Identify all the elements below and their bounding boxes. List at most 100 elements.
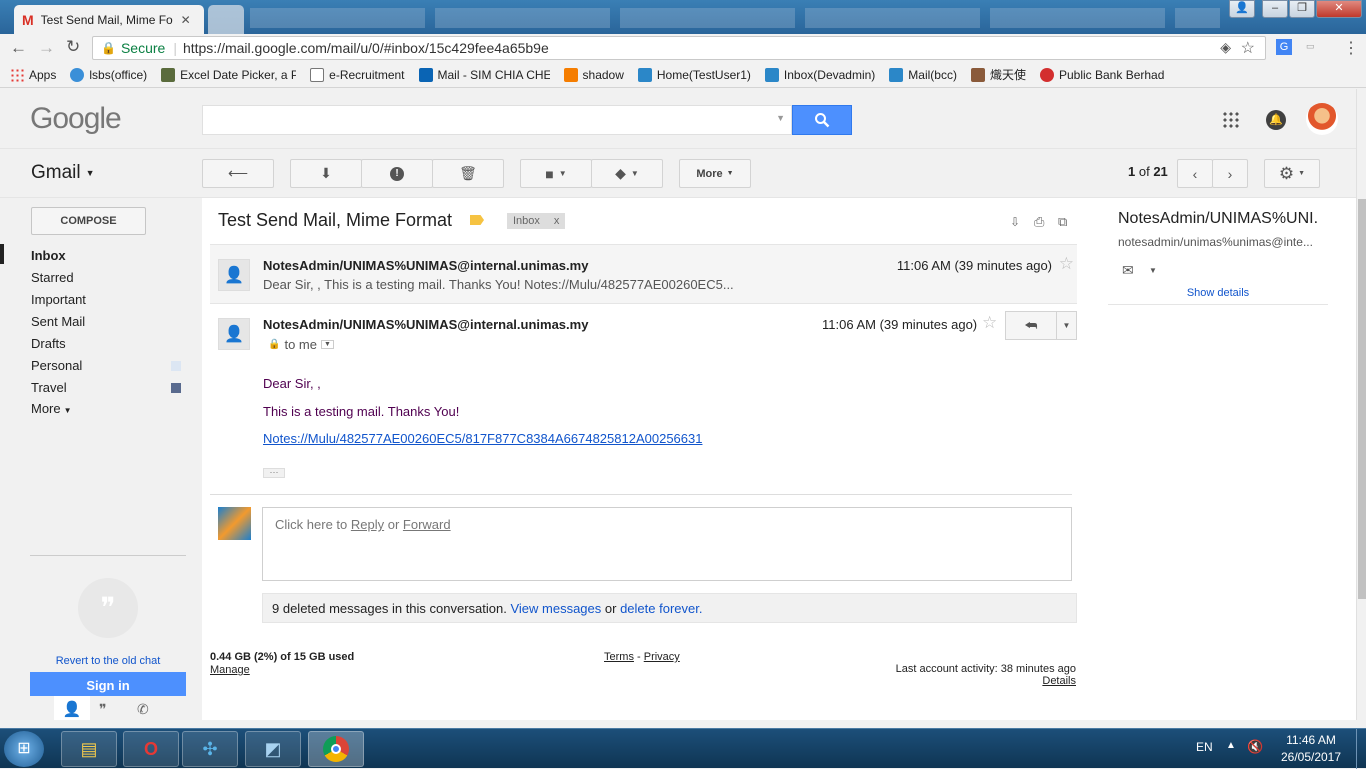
scrollbar-thumb[interactable] [1358,199,1366,599]
bookmark-excel-date-picker[interactable]: Excel Date Picker, a Po [161,67,296,82]
older-button[interactable]: › [1212,159,1248,188]
taskbar-chrome[interactable] [308,731,364,767]
hangouts-signin-button[interactable]: Sign in [30,672,186,696]
page-scrollbar[interactable] [1356,89,1366,720]
nav-inbox[interactable]: Inbox [31,248,66,263]
nav-starred[interactable]: Starred [31,270,74,285]
taskbar-explorer[interactable]: ▤ [61,731,117,767]
more-actions-button[interactable]: More ▼ [679,159,751,188]
tray-expand-icon[interactable]: ▲ [1226,740,1236,751]
translate-icon[interactable]: G [1276,39,1292,55]
close-window-button[interactable]: ✕ [1316,0,1362,18]
maximize-button[interactable]: ❐ [1289,0,1315,18]
search-options-icon[interactable]: ▼ [776,113,785,123]
bookmark-home-testuser1[interactable]: Home(TestUser1) [637,67,751,82]
back-to-inbox-button[interactable]: ⟵ [202,159,274,188]
gmail-app-switcher[interactable]: Gmail ▼ [31,162,95,184]
chrome-menu-icon[interactable]: ⋮ [1343,38,1359,58]
bookmark-seraph[interactable]: 熾天使 [970,66,1026,83]
show-details-link[interactable]: Show details [1108,287,1328,299]
user-icon[interactable]: 👤 [1229,0,1255,18]
apps-launcher-icon[interactable] [1222,111,1240,129]
remove-label-icon[interactable]: x [554,213,560,229]
volume-muted-icon[interactable]: 🔇 [1247,739,1263,755]
labels-button[interactable]: ◆ ▼ [591,159,663,188]
start-button[interactable]: ⊞ [4,731,44,767]
more-message-options-button[interactable]: ▼ [1056,311,1077,340]
nav-more[interactable]: More ▼ [31,401,72,416]
browser-tab-active[interactable]: M Test Send Mail, Mime Fo ✕ [14,5,204,34]
taskbar-app[interactable]: ◩ [245,731,301,767]
bookmark-mail-sim[interactable]: Mail - SIM CHIA CHE [418,67,550,82]
reply-button[interactable]: ⮪ [1005,311,1057,340]
minimize-button[interactable]: – [1262,0,1288,18]
taskbar-notes[interactable]: ✣ [182,731,238,767]
nav-personal[interactable]: Personal [31,358,82,373]
message-collapsed[interactable]: 👤 NotesAdmin/UNIMAS%UNIMAS@internal.unim… [210,244,1077,304]
omnibox[interactable]: 🔒 Secure | https://mail.google.com/mail/… [92,36,1266,60]
notes-link[interactable]: Notes://Mulu/482577AE00260EC5/817F877C83… [263,431,702,446]
hangouts-tab-icon[interactable]: ❞ [99,701,107,718]
bookmark-apps[interactable]: Apps [10,67,56,82]
forward-link[interactable]: Forward [403,517,451,532]
nav-important[interactable]: Important [31,292,86,307]
bookmark-inbox-devadmin[interactable]: Inbox(Devadmin) [764,67,875,82]
show-desktop-button[interactable] [1356,729,1366,769]
activity-details-link[interactable]: Details [1042,675,1076,687]
important-marker-icon[interactable] [470,215,484,225]
account-avatar[interactable] [1306,103,1338,135]
nav-travel[interactable]: Travel [31,380,67,395]
bookmark-star-icon[interactable]: ☆ [1241,38,1255,58]
close-tab-icon[interactable]: ✕ [181,13,191,27]
star-icon[interactable]: ☆ [982,313,997,333]
delete-button[interactable]: 🗑 [432,159,504,188]
show-details-toggle-icon[interactable]: ▼ [320,340,334,349]
move-to-button[interactable]: ■ ▼ [520,159,592,188]
report-spam-button[interactable]: ! [361,159,433,188]
language-indicator[interactable]: EN [1196,740,1213,754]
bookmark-shadow[interactable]: shadow [563,67,624,82]
taskbar-opera[interactable]: O [123,731,179,767]
bookmark-lsbs[interactable]: lsbs(office) [70,67,147,82]
delete-forever-link[interactable]: delete forever. [620,601,702,616]
search-input[interactable]: ▼ [202,105,792,135]
search-button[interactable] [792,105,852,135]
reply-link[interactable]: Reply [351,517,384,532]
phone-icon[interactable]: ✆ [137,701,149,718]
google-logo[interactable]: Google [30,102,122,136]
email-envelope-icon[interactable]: ✉ [1122,262,1134,279]
dropdown-arrow-icon[interactable]: ▼ [1149,266,1157,275]
sender-name[interactable]: NotesAdmin/UNIMAS%UNIMAS@internal.unimas… [263,258,588,273]
settings-button[interactable]: ⚙ ▼ [1264,159,1320,188]
reply-box[interactable]: Click here to Reply or Forward [262,507,1072,581]
print-icon[interactable]: ⎙ [1034,214,1044,230]
star-icon[interactable]: ☆ [1059,254,1074,274]
newer-button[interactable]: ‹ [1177,159,1213,188]
clock-time[interactable]: 11:46 AM [1276,733,1346,747]
terms-link[interactable]: Terms [604,651,634,663]
compose-button[interactable]: COMPOSE [31,207,146,235]
new-window-icon[interactable]: ⧉ [1058,214,1067,230]
show-trimmed-content-button[interactable]: ··· [263,468,285,478]
new-tab-button[interactable] [208,5,244,34]
bookmark-public-bank[interactable]: Public Bank Berhad [1039,67,1164,82]
privacy-link[interactable]: Privacy [644,651,680,663]
bookmark-e-recruitment[interactable]: e-Recruitment [310,67,405,82]
eye-icon[interactable]: ◈ [1220,39,1231,56]
bookmark-mail-bcc[interactable]: Mail(bcc) [889,67,957,82]
expand-all-icon[interactable]: ⇩ [1010,215,1020,229]
archive-button[interactable]: ⬇ [290,159,362,188]
manage-storage-link[interactable]: Manage [210,664,250,676]
clock-date[interactable]: 26/05/2017 [1276,750,1346,764]
url-text[interactable]: https://mail.google.com/mail/u/0/#inbox/… [183,40,549,56]
view-messages-link[interactable]: View messages [510,601,601,616]
revert-old-chat-link[interactable]: Revert to the old chat [30,655,186,667]
extension-icon[interactable]: ▭ [1306,41,1315,52]
forward-arrow-icon[interactable]: → [38,38,55,58]
sender-name[interactable]: NotesAdmin/UNIMAS%UNIMAS@internal.unimas… [263,317,588,332]
nav-sent-mail[interactable]: Sent Mail [31,314,85,329]
notifications-bell-icon[interactable]: 🔔 [1266,110,1286,130]
nav-drafts[interactable]: Drafts [31,336,66,351]
reload-icon[interactable]: ↻ [66,37,80,57]
back-arrow-icon[interactable]: ← [10,38,27,58]
